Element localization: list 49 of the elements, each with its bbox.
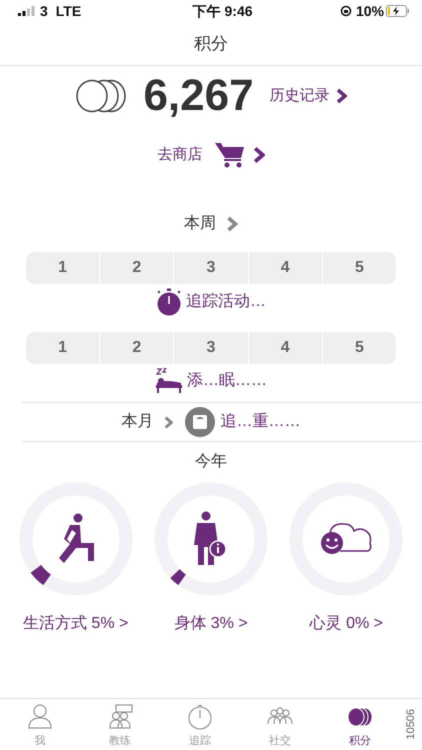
battery-charging-icon [386,5,410,17]
network-text: LTE [56,2,82,20]
day-number[interactable]: 2 [99,252,174,284]
cart-icon [214,142,244,168]
day-number[interactable]: 5 [322,252,396,284]
person-icon [27,704,53,730]
carrier-text: 3 [40,2,48,20]
day-number[interactable]: 2 [99,332,174,364]
chevron-right-icon [164,416,172,428]
tab-button[interactable]: 教练 [80,699,160,750]
chevron-right-icon [336,88,347,104]
chevron-right-icon [252,146,264,164]
points-value: 6,267 [143,74,254,118]
rotation-lock-icon [340,5,352,17]
history-link[interactable]: 历史记录 [270,84,347,108]
coins-icon [75,79,128,113]
tab-button[interactable]: 社交 [240,699,320,750]
day-number[interactable]: 4 [248,332,322,364]
battery-percent: 10% [356,2,384,20]
day-number[interactable]: 1 [26,252,100,284]
tracking-link[interactable]: 追…重…… [184,407,300,437]
bed-icon [155,368,183,394]
group-chat-icon [107,704,133,730]
tab-button[interactable]: 我 [0,699,80,750]
tracking-link[interactable]: 追踪活动… [156,288,266,316]
day-number[interactable]: 1 [26,332,100,364]
build-number: 10506 [404,709,418,740]
stopwatch-icon [156,288,182,316]
tab-button[interactable]: 积分 [320,699,400,750]
chevron-right-icon [226,216,238,232]
page-title: 积分 [194,32,228,55]
status-time: 下午 9:46 [192,2,253,20]
day-number[interactable]: 5 [322,332,396,364]
tracking-link[interactable]: 添…眠…… [155,368,267,394]
store-link[interactable]: 去商店 [158,142,264,168]
day-number[interactable]: 3 [173,252,248,284]
week-label: 本周 [184,214,216,234]
month-label: 本月 [122,412,154,432]
goal-link[interactable]: 生活方式 5% > [22,612,128,636]
tab-button[interactable]: 追踪 [160,699,240,750]
goal-link[interactable]: 身体 3% > [174,612,248,636]
year-label: 今年 [195,452,227,472]
cloud-smiley-icon [318,521,374,557]
day-number[interactable]: 4 [248,252,322,284]
signal-icon [18,6,36,16]
day-number[interactable]: 3 [173,332,248,364]
goal-link[interactable]: 心灵 0% > [310,612,383,636]
stopwatch-icon [187,704,213,730]
scale-icon [184,407,214,437]
